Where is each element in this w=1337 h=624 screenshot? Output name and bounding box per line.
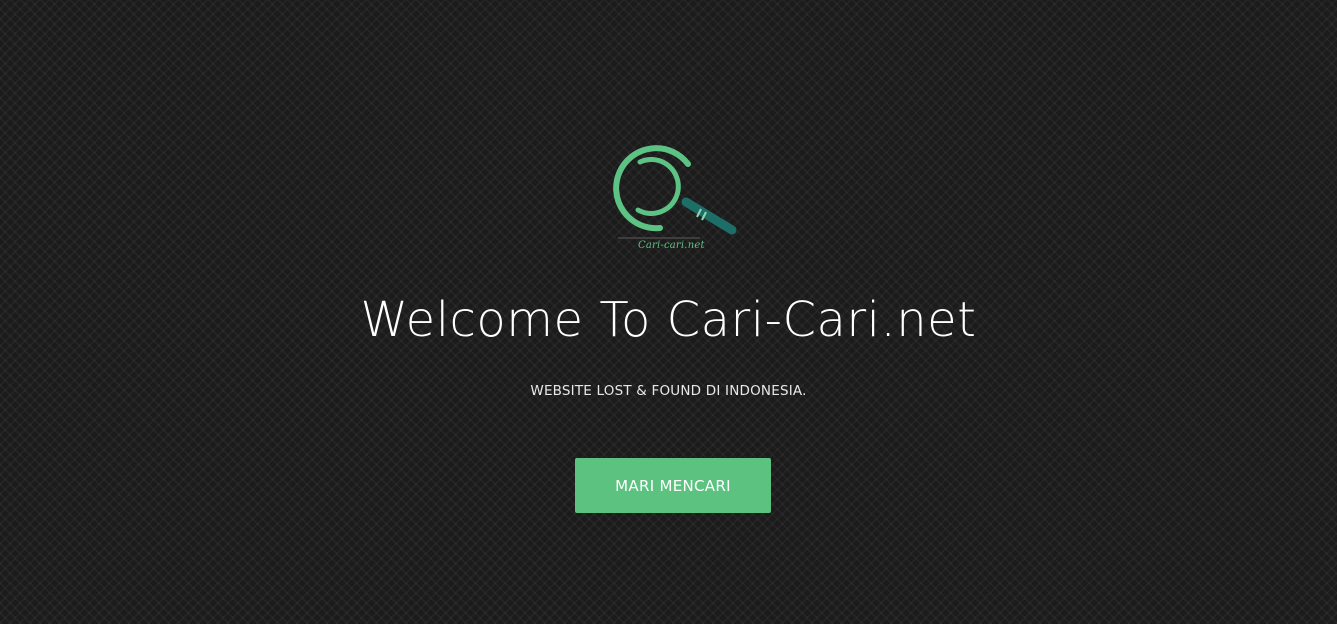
hero-section: Cari-cari.net Welcome To Cari-Cari.net W… (0, 0, 1337, 624)
magnifier-logo-icon (613, 145, 737, 239)
page-subtitle: WEBSITE LOST & FOUND DI INDONESIA. (530, 383, 807, 399)
site-logo[interactable]: Cari-cari.net (600, 140, 745, 258)
logo-caption: Cari-cari.net (638, 240, 705, 251)
page-title: Welcome To Cari-Cari.net (360, 292, 977, 348)
mari-mencari-button[interactable]: MARI MENCARI (575, 458, 771, 513)
